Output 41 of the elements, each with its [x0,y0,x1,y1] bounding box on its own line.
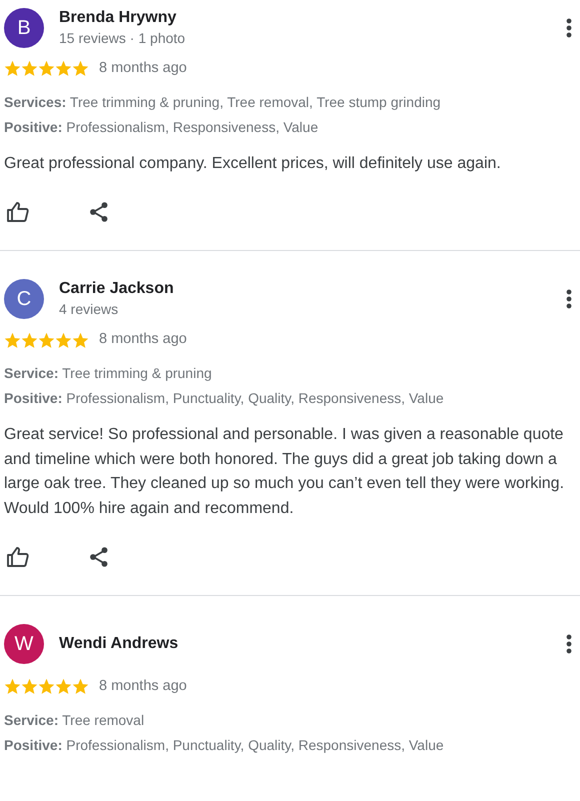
avatar: B [4,8,44,48]
avatar: W [4,624,44,664]
star-icon [38,332,55,349]
review-detail: Positive: Professionalism, Responsiveness, Value [4,118,320,137]
avatar: C [4,279,44,320]
review-text: Great service! So professional and personable. I was given a reasonable quote and timeline which were both honored. The guys did a great job taking down a large oak tree. They cleaned up so much you can’t even tell they were working. Would 100% hire again and recommend. [4,425,566,518]
reviewer-name: Carrie Jackson [59,279,175,300]
star-icon [38,60,55,78]
star-icon [38,678,55,696]
more-options-icon[interactable] [566,634,572,654]
review-detail: Positive: Professionalism, Punctuality, Quality, Responsiveness, Value [4,736,445,755]
review-time: 8 months ago [99,330,187,350]
more-options-icon[interactable] [566,289,572,310]
star-icon [21,332,38,349]
star-icon [21,60,38,78]
review-detail: Service: Tree removal [4,710,146,730]
star-icon [4,332,21,349]
star-icon [72,332,89,349]
star-icon [4,60,21,78]
more-options-icon[interactable] [566,18,572,38]
star-icon [4,678,21,696]
share-icon[interactable] [88,201,110,224]
thumbs-up-icon[interactable] [6,200,30,224]
review-text: Great professional company. Excellent prices, will definitely use again. [4,154,502,174]
reviewer-meta: 15 reviews · 1 photo [59,29,186,48]
star-icon [55,60,72,78]
reviewer-name: Brenda Hrywny [59,8,178,28]
star-icon [55,678,72,696]
review-detail: Positive: Professionalism, Punctuality, Quality, Responsiveness, Value [4,389,445,408]
review-detail: Service: Tree trimming & pruning [4,364,213,383]
review-detail: Services: Tree trimming & pruning, Tree removal, Tree stump grinding [4,92,442,112]
star-icon [55,332,72,349]
thumbs-up-icon[interactable] [6,545,30,569]
star-icon [72,60,89,78]
reviewer-meta: 4 reviews [59,300,120,320]
review-time: 8 months ago [99,677,187,696]
review-time: 8 months ago [99,59,187,78]
star-icon [21,678,38,696]
share-icon[interactable] [88,546,110,568]
reviewer-name: Wendi Andrews [59,634,180,654]
star-icon [72,678,89,696]
